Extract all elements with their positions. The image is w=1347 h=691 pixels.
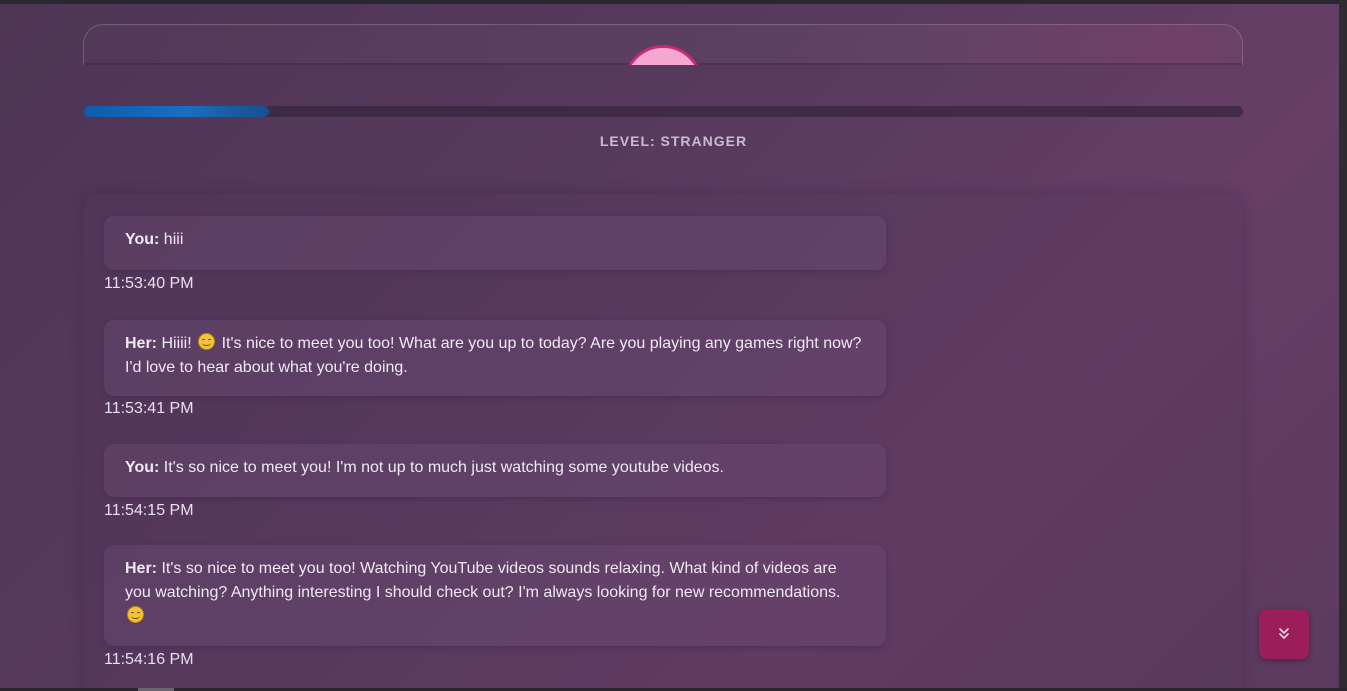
smiling-face-icon bbox=[198, 333, 216, 350]
message-timestamp: 11:53:40 PM bbox=[104, 275, 194, 292]
chat-message: Her: It's so nice to meet you too! Watch… bbox=[104, 545, 886, 646]
message-speaker: You: bbox=[125, 231, 160, 248]
window-top-border bbox=[0, 0, 1347, 4]
chat-message: You: It's so nice to meet you! I'm not u… bbox=[104, 444, 886, 497]
message-speaker: Her: bbox=[125, 335, 158, 352]
avatar bbox=[623, 45, 703, 65]
window-scrollbar-track[interactable] bbox=[1339, 0, 1347, 691]
message-text: It's so nice to meet you too! Watching Y… bbox=[125, 560, 841, 601]
relationship-progress-fill bbox=[84, 106, 270, 117]
message-timestamp: 11:54:16 PM bbox=[104, 651, 194, 668]
chat-message: Her: Hiiii! It's nice to meet you too! W… bbox=[104, 320, 886, 396]
smiling-face-icon bbox=[127, 606, 144, 623]
message-text: It's nice to meet you too! What are you … bbox=[125, 335, 862, 376]
chat-message: You: hiii bbox=[104, 216, 886, 270]
double-chevron-down-icon bbox=[1279, 628, 1289, 639]
message-text: Hiiii! bbox=[157, 335, 197, 352]
message-text: It's so nice to meet you! I'm not up to … bbox=[159, 459, 724, 476]
message-text: hiii bbox=[159, 231, 184, 248]
relationship-progress-bar bbox=[84, 106, 1243, 117]
message-timestamp: 11:53:41 PM bbox=[104, 400, 194, 417]
message-timestamp: 11:54:15 PM bbox=[104, 502, 194, 519]
scroll-to-bottom-button[interactable] bbox=[1259, 609, 1309, 659]
level-label: LEVEL: STRANGER bbox=[599, 133, 748, 149]
message-speaker: You: bbox=[125, 459, 160, 476]
message-speaker: Her: bbox=[125, 560, 158, 577]
